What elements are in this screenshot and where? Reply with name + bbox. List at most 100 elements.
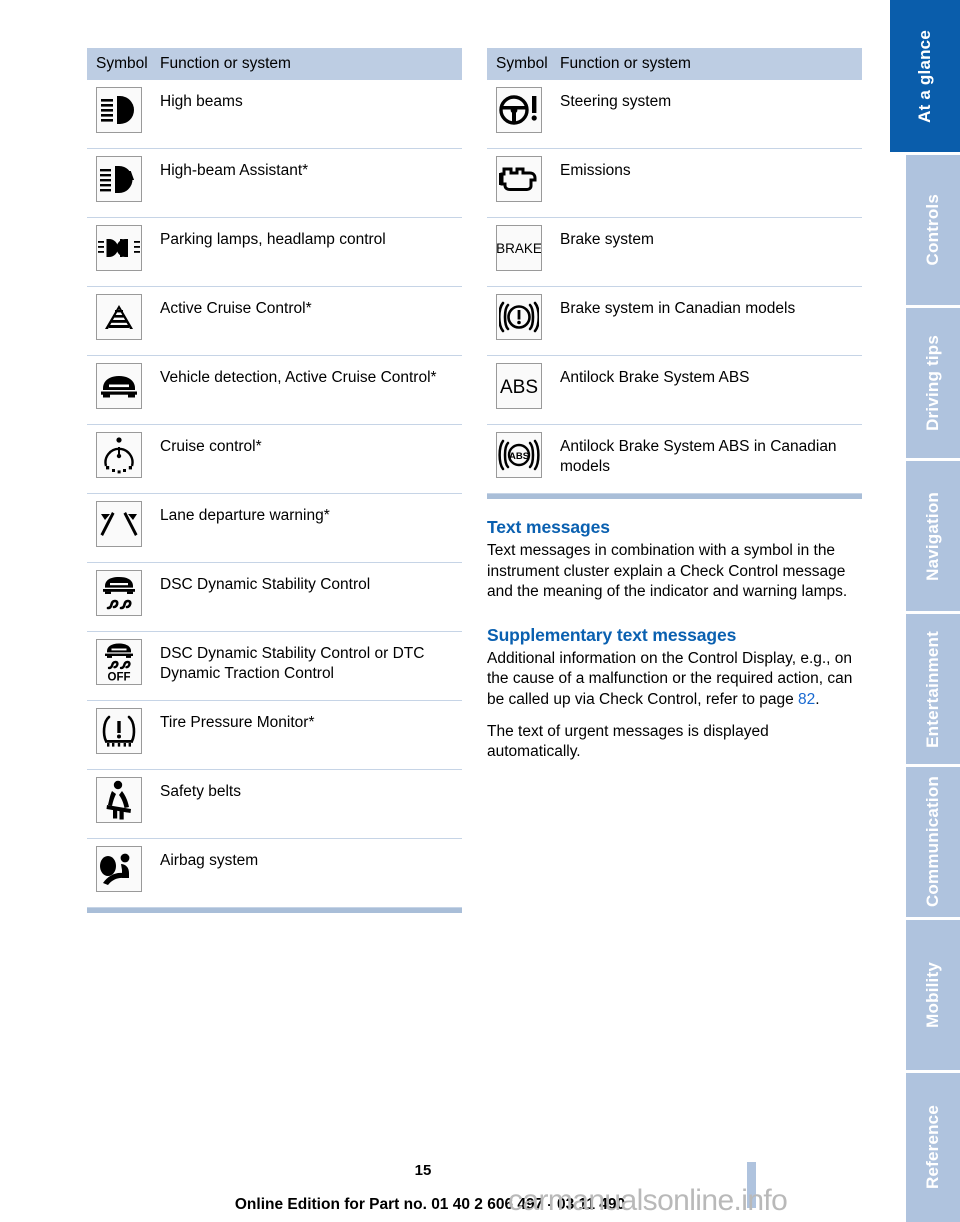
- tab-driving-tips[interactable]: Driving tips: [906, 308, 960, 458]
- tab-controls[interactable]: Controls: [906, 155, 960, 305]
- symbol-cell: [487, 156, 560, 202]
- lane-departure-warning-icon: [96, 501, 142, 547]
- page-content: Symbol Function or system High beams A H…: [0, 0, 886, 1222]
- row-label: Emissions: [560, 162, 631, 179]
- prose-section: Text messages Text messages in combinati…: [487, 517, 862, 763]
- row-label: Vehicle detection, Active Cruise Control…: [160, 369, 437, 386]
- paragraph-supplementary-2: The text of urgent messages is displayed…: [487, 722, 769, 761]
- symbol-cell: ABS: [487, 432, 560, 478]
- tab-label: At a glance: [915, 29, 934, 123]
- table-row: Active Cruise Control*: [87, 287, 462, 356]
- vehicle-detection-icon: [96, 363, 142, 409]
- symbol-cell: ABS: [487, 363, 560, 409]
- table-row: A High-beam Assistant*: [87, 149, 462, 218]
- abs-icon: ABS: [496, 363, 542, 409]
- svg-text:OFF: OFF: [108, 672, 131, 684]
- symbol-cell: [87, 87, 160, 133]
- tab-navigation[interactable]: Navigation: [906, 461, 960, 611]
- tab-communication[interactable]: Communication: [906, 767, 960, 917]
- table-row: Vehicle detection, Active Cruise Control…: [87, 356, 462, 425]
- row-label: Tire Pressure Monitor*: [160, 714, 315, 731]
- tab-reference[interactable]: Reference: [906, 1073, 960, 1222]
- left-symbol-table: Symbol Function or system High beams A H…: [87, 48, 462, 913]
- row-label: DSC Dynamic Stability Control or DTC Dyn…: [160, 645, 425, 683]
- column-header-function: Function or system: [160, 55, 291, 72]
- row-label: Active Cruise Control*: [160, 300, 312, 317]
- section-tabs: At a glance Controls Driving tips Naviga…: [890, 0, 960, 1222]
- dsc-icon: [96, 570, 142, 616]
- high-beam-assistant-icon: A: [96, 156, 142, 202]
- page-number: 15: [0, 1162, 890, 1179]
- tab-entertainment[interactable]: Entertainment: [906, 614, 960, 764]
- symbol-cell: [87, 777, 160, 823]
- row-label: DSC Dynamic Stability Control: [160, 576, 371, 593]
- paragraph-text-messages: Text messages in combination with a symb…: [487, 542, 848, 601]
- row-label: Safety belts: [160, 783, 241, 800]
- table-row: Lane departure warning*: [87, 494, 462, 563]
- page-number-value: 15: [414, 1162, 432, 1179]
- watermark: carmanualsonline.info: [508, 1184, 788, 1217]
- table-row: BRAKE Brake system: [487, 218, 862, 287]
- row-label: Antilock Brake System ABS in Canadian mo…: [560, 438, 837, 476]
- symbol-cell: [87, 846, 160, 892]
- table-row: DSC Dynamic Stability Control: [87, 563, 462, 632]
- tab-label: Controls: [923, 194, 942, 266]
- symbol-cell: [487, 87, 560, 133]
- svg-text:A: A: [125, 168, 135, 183]
- svg-text:ABS: ABS: [500, 377, 538, 398]
- svg-text:ABS: ABS: [509, 451, 529, 462]
- parking-lamps-icon: [96, 225, 142, 271]
- symbol-cell: A: [87, 156, 160, 202]
- symbol-cell: [487, 294, 560, 340]
- emissions-icon: [496, 156, 542, 202]
- heading-text-messages: Text messages: [487, 517, 610, 537]
- row-label: Cruise control*: [160, 438, 262, 455]
- airbag-system-icon: [96, 846, 142, 892]
- table-row: Parking lamps, headlamp control: [87, 218, 462, 287]
- tire-pressure-monitor-icon: [96, 708, 142, 754]
- table-row: Brake system in Canadian models: [487, 287, 862, 356]
- tab-label: Entertainment: [923, 630, 942, 748]
- table-end-rule: [87, 908, 462, 913]
- symbol-cell: [87, 501, 160, 547]
- table-row: Tire Pressure Monitor*: [87, 701, 462, 770]
- steering-system-icon: [496, 87, 542, 133]
- row-label: Airbag system: [160, 852, 259, 869]
- table-row: Airbag system: [87, 839, 462, 908]
- row-label: Antilock Brake System ABS: [560, 369, 750, 386]
- dsc-off-icon: OFF: [96, 639, 142, 685]
- active-cruise-control-icon: [96, 294, 142, 340]
- symbol-cell: [87, 294, 160, 340]
- paragraph-supplementary-1: Additional information on the Control Di…: [487, 649, 862, 711]
- table-end-rule: [487, 494, 862, 499]
- svg-text:BRAKE: BRAKE: [497, 241, 541, 256]
- tab-at-a-glance[interactable]: At a glance: [890, 0, 960, 152]
- table-row: Emissions: [487, 149, 862, 218]
- high-beams-icon: [96, 87, 142, 133]
- table-row: OFF DSC Dynamic Stability Control or DTC…: [87, 632, 462, 701]
- page-reference-link[interactable]: 82: [798, 691, 815, 708]
- table-row: High beams: [87, 80, 462, 149]
- tab-label: Driving tips: [923, 335, 942, 431]
- row-label: Parking lamps, headlamp control: [160, 231, 386, 248]
- row-label: High beams: [160, 93, 243, 110]
- symbol-cell: BRAKE: [487, 225, 560, 271]
- row-label: Brake system in Canadian models: [560, 300, 796, 317]
- symbol-cell: [87, 570, 160, 616]
- brake-system-canada-icon: [496, 294, 542, 340]
- column-header-symbol: Symbol: [96, 55, 148, 72]
- cruise-control-icon: [96, 432, 142, 478]
- supplementary-text-after-ref: .: [815, 691, 820, 709]
- symbol-cell: [87, 363, 160, 409]
- column-header-function: Function or system: [560, 55, 691, 72]
- tab-mobility[interactable]: Mobility: [906, 920, 960, 1070]
- right-symbol-table: Symbol Function or system Steering syste…: [487, 48, 862, 774]
- symbol-cell: OFF: [87, 639, 160, 685]
- row-label: Brake system: [560, 231, 654, 248]
- table-row: Cruise control*: [87, 425, 462, 494]
- table-row: ABS Antilock Brake System ABS: [487, 356, 862, 425]
- tab-label: Navigation: [923, 491, 942, 581]
- brake-system-icon: BRAKE: [496, 225, 542, 271]
- row-label: Steering system: [560, 93, 672, 110]
- symbol-cell: [87, 432, 160, 478]
